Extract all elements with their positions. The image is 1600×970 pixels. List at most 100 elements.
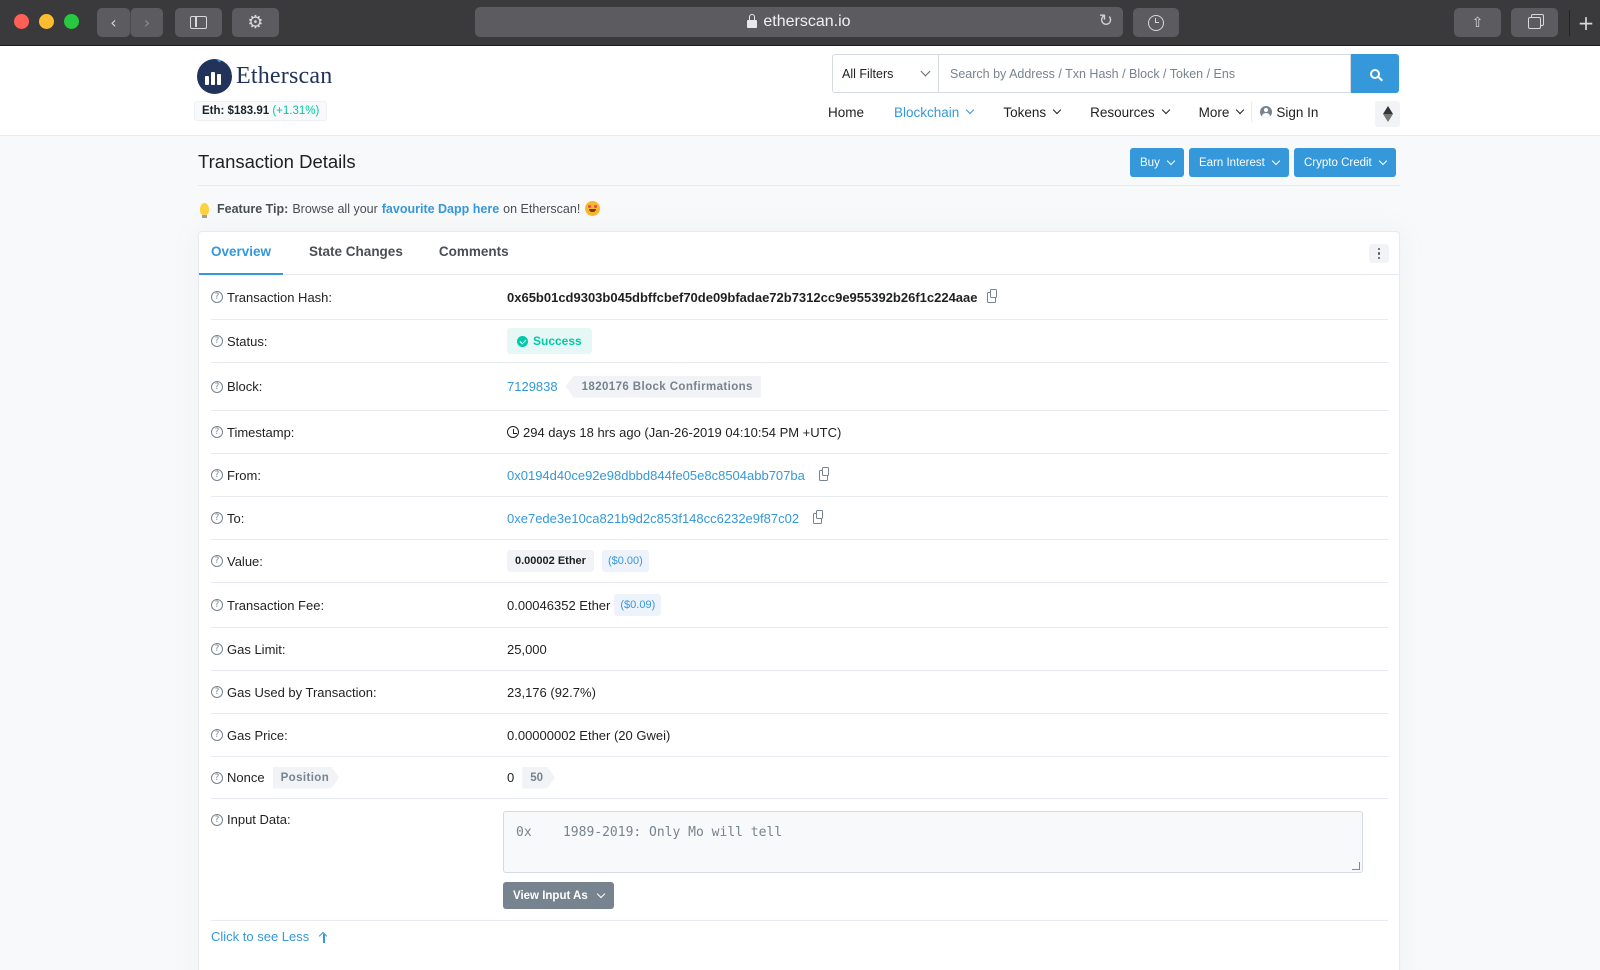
chevron-right-icon: › [143, 13, 151, 32]
view-input-as-button[interactable]: View Input As [503, 882, 614, 909]
block-label: Block: [227, 379, 263, 394]
help-icon[interactable]: ? [211, 555, 223, 567]
network-button[interactable] [1375, 101, 1400, 127]
history-button[interactable] [1133, 8, 1179, 37]
chevron-down-icon [1052, 105, 1062, 115]
extensions-button[interactable]: ⚙ [232, 8, 279, 37]
sidebar-icon [190, 16, 207, 29]
row-label: ? Block: [211, 379, 507, 394]
see-less-link[interactable]: Click to see Less [211, 929, 328, 944]
tab-state-changes[interactable]: State Changes [297, 232, 415, 275]
nav-tokens-label: Tokens [1003, 104, 1047, 120]
row-label: ? Value: [211, 554, 507, 569]
search-button[interactable] [1351, 54, 1399, 93]
nav-more[interactable]: More [1199, 105, 1245, 120]
row-timestamp: ? Timestamp: 294 days 18 hrs ago (Jan-26-… [211, 411, 1388, 454]
eth-price: Eth: $183.91 (+1.31%) [194, 101, 328, 121]
row-gas-price: ? Gas Price: 0.00000002 Ether (20 Gwei) [211, 714, 1388, 757]
help-icon[interactable]: ? [211, 771, 223, 784]
help-icon[interactable]: ? [211, 335, 223, 347]
sign-in-link[interactable]: Sign In [1260, 105, 1318, 120]
timestamp-value: 294 days 18 hrs ago (Jan-26-2019 04:10:5… [523, 424, 842, 440]
nav-home-label: Home [828, 104, 865, 120]
search-input[interactable]: Search by Address / Txn Hash / Block / T… [938, 54, 1351, 93]
tab-overview[interactable]: Overview [199, 232, 284, 275]
row-label: ? From: [211, 468, 507, 483]
position-label: Position [273, 767, 340, 789]
help-icon[interactable]: ? [211, 599, 223, 611]
buy-button[interactable]: Buy [1130, 148, 1184, 177]
share-icon: ⇧ [1471, 14, 1484, 31]
minimize-window-button[interactable] [39, 14, 54, 29]
copy-icon[interactable] [986, 288, 997, 303]
crypto-credit-label: Crypto Credit [1304, 156, 1372, 169]
row-label: ? Timestamp: [211, 425, 507, 440]
sidebar-toggle-button[interactable] [175, 8, 222, 37]
arrow-up-icon [319, 932, 328, 943]
earn-interest-button[interactable]: Earn Interest [1189, 148, 1289, 177]
row-status: ? Status: Success [211, 320, 1388, 363]
timestamp-label: Timestamp: [227, 424, 295, 440]
forward-button[interactable]: › [130, 8, 163, 37]
feature-tip-text: Browse all your [292, 201, 378, 216]
clock-icon [507, 426, 519, 438]
help-icon[interactable]: ? [211, 291, 223, 303]
reload-icon[interactable]: ↻ [1099, 11, 1113, 31]
title-divider [198, 185, 1400, 186]
resize-handle-icon[interactable] [1352, 862, 1360, 870]
nav-blockchain[interactable]: Blockchain [894, 105, 975, 120]
from-label: From: [227, 467, 261, 483]
row-label: ? Input Data: [211, 812, 507, 827]
lightbulb-icon [200, 202, 209, 218]
nonce-value: 0 [507, 770, 515, 785]
gas-price-label: Gas Price: [227, 727, 288, 743]
back-button[interactable]: ‹ [97, 8, 130, 37]
eth-price-change: (+1.31%) [272, 105, 320, 117]
address-bar[interactable]: etherscan.io ↻ [475, 7, 1123, 37]
tabs-overview-button[interactable] [1511, 8, 1558, 37]
copy-icon[interactable] [813, 509, 824, 524]
tab-comments[interactable]: Comments [427, 232, 521, 275]
help-icon[interactable]: ? [211, 469, 223, 481]
tab-bar: Overview State Changes Comments [199, 232, 1399, 275]
block-link[interactable]: 7129838 [507, 379, 558, 394]
nav-divider [1251, 102, 1253, 122]
help-icon[interactable]: ? [211, 426, 223, 438]
row-label: ? Nonce Position [211, 767, 507, 789]
close-window-button[interactable] [14, 14, 29, 29]
favourite-dapp-link[interactable]: favourite Dapp here [382, 202, 499, 216]
etherscan-logo[interactable]: Etherscan [197, 59, 332, 94]
more-options-button[interactable] [1369, 244, 1389, 263]
chevron-down-icon [596, 889, 606, 898]
share-button[interactable]: ⇧ [1454, 8, 1501, 37]
help-icon[interactable]: ? [211, 813, 223, 826]
nav-home[interactable]: Home [828, 105, 864, 120]
row-transaction-hash: ? Transaction Hash: 0x65b01cd9303b045dbff… [211, 275, 1388, 320]
new-tab-button[interactable]: + [1572, 8, 1600, 37]
feature-tip-text-after: on Etherscan! [503, 201, 581, 216]
to-address-link[interactable]: 0xe7ede3e10ca821b9d2c853f148cc6232e9f87c… [507, 511, 799, 526]
help-icon[interactable]: ? [211, 729, 223, 741]
tab-overview-label: Overview [211, 244, 272, 259]
input-data-textarea[interactable]: 0x 1989-2019: Only Mo will tell [503, 811, 1363, 873]
tab-state-changes-label: State Changes [309, 244, 403, 259]
input-data-label: Input Data: [227, 812, 291, 827]
copy-icon[interactable] [818, 466, 829, 481]
chevron-down-icon [1236, 105, 1245, 115]
help-icon[interactable]: ? [211, 512, 223, 524]
help-icon[interactable]: ? [211, 643, 223, 655]
crypto-credit-button[interactable]: Crypto Credit [1294, 148, 1396, 177]
row-from: ? From: 0x0194d40ce92e98dbbd844fe05e8c850… [211, 454, 1388, 497]
row-transaction-fee: ? Transaction Fee: 0.00046352 Ether ($0.09… [211, 583, 1388, 628]
help-icon[interactable]: ? [211, 686, 223, 698]
zoom-window-button[interactable] [64, 14, 79, 29]
gas-used-label: Gas Used by Transaction: [227, 684, 377, 700]
nav-tokens[interactable]: Tokens [1003, 104, 1062, 120]
help-icon[interactable]: ? [211, 380, 223, 393]
check-circle-icon [517, 335, 528, 347]
search-filter-select[interactable]: All Filters [832, 54, 938, 93]
tab-comments-label: Comments [438, 244, 509, 259]
nav-resources[interactable]: Resources [1090, 105, 1170, 120]
row-input-data: ? Input Data: 0x 1989-2019: Only Mo will … [211, 799, 1388, 921]
from-address-link[interactable]: 0x0194d40ce92e98dbbd844fe05e8c8504abb707… [507, 468, 805, 483]
